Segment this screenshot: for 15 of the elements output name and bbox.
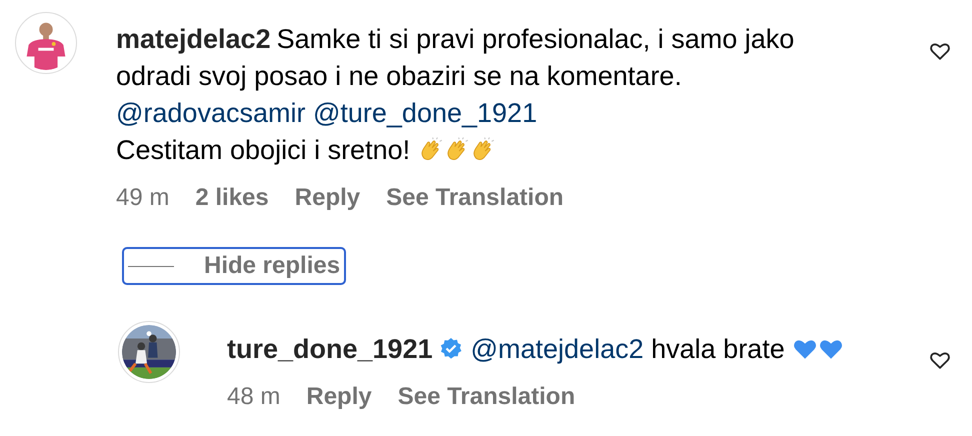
timestamp: 49 m: [116, 184, 170, 212]
action-link[interactable]: See Translation: [386, 184, 564, 212]
comment-text: matejdelac2 Samke ti si pravi profesionalac, i samo jako odradi svoj posao i ne obaziri se na komentare. @radovacsamir @ture_done_1921 Cestitam obojici i sretno!: [116, 23, 796, 167]
hide-replies-button[interactable]: Hide replies: [122, 247, 346, 285]
action-link[interactable]: See Translation: [398, 383, 576, 411]
action-link[interactable]: Reply: [294, 184, 360, 212]
mention-link[interactable]: @radovacsamir: [116, 98, 306, 128]
username-link[interactable]: matejdelac2: [116, 24, 271, 54]
mention-link[interactable]: @matejdelac2: [470, 334, 644, 364]
username-link[interactable]: ture_done_1921: [227, 334, 433, 364]
mention-link[interactable]: @ture_done_1921: [312, 98, 538, 128]
action-link[interactable]: Reply: [306, 383, 372, 411]
action-link[interactable]: 2 likes: [195, 184, 269, 212]
timestamp: 48 m: [227, 383, 280, 411]
comment-text: ture_done_1921 @matejdelac2 hvala brate: [227, 331, 907, 368]
